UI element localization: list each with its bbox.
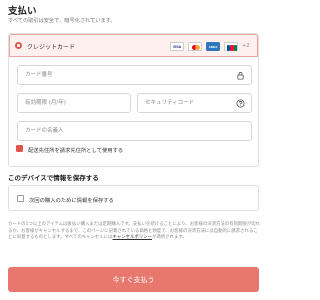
checkbox-unchecked-icon[interactable] <box>17 195 24 202</box>
cardholder-name-input[interactable] <box>18 122 251 140</box>
security-code-input[interactable] <box>138 94 251 112</box>
visa-logo-icon: VISA <box>170 42 184 51</box>
save-info-heading: このデバイスで情報を保存する <box>8 174 99 182</box>
card-number-input[interactable] <box>18 66 251 84</box>
expiry-input[interactable] <box>18 94 130 112</box>
radio-selected-icon[interactable] <box>15 42 22 49</box>
credit-card-option[interactable]: クレジットカード VISA AMEX +2 <box>9 34 258 57</box>
lock-icon <box>237 72 244 80</box>
more-brands-count: +2 <box>242 43 250 49</box>
billing-address-label: 配送先住所を請求先住所として使用する <box>28 147 124 154</box>
pay-now-button[interactable]: 今すぐ支払う <box>8 267 259 292</box>
expiry-field[interactable] <box>17 93 131 113</box>
amex-logo-icon: AMEX <box>206 42 220 51</box>
jcb-logo-icon <box>224 42 238 51</box>
mastercard-logo-icon <box>188 42 202 51</box>
terms-suffix: が適用されます。 <box>152 235 187 241</box>
security-code-field[interactable] <box>137 93 252 113</box>
checkout-payment-page: 支払い すべての取引は安全で、暗号化されています。 クレジットカード VISA … <box>0 0 267 300</box>
cancellation-policy-link[interactable]: キャンセルポリシー <box>112 235 152 240</box>
security-notice: すべての取引は安全で、暗号化されています。 <box>8 18 116 24</box>
subscription-terms: カートの1つ以上のアイテムは後払い購入または定期購入です。支払いを続けることによ… <box>8 222 260 242</box>
help-circle-icon[interactable] <box>236 99 245 108</box>
card-number-field[interactable] <box>17 65 252 85</box>
page-title: 支払い <box>8 6 37 17</box>
cardholder-name-field[interactable] <box>17 121 252 141</box>
checkbox-checked-icon[interactable] <box>16 145 23 159</box>
save-info-option[interactable]: 次回の購入のために情報を保存する <box>8 185 259 211</box>
credit-card-label: クレジットカード <box>27 44 76 51</box>
save-info-label: 次回の購入のために情報を保存する <box>29 197 114 204</box>
